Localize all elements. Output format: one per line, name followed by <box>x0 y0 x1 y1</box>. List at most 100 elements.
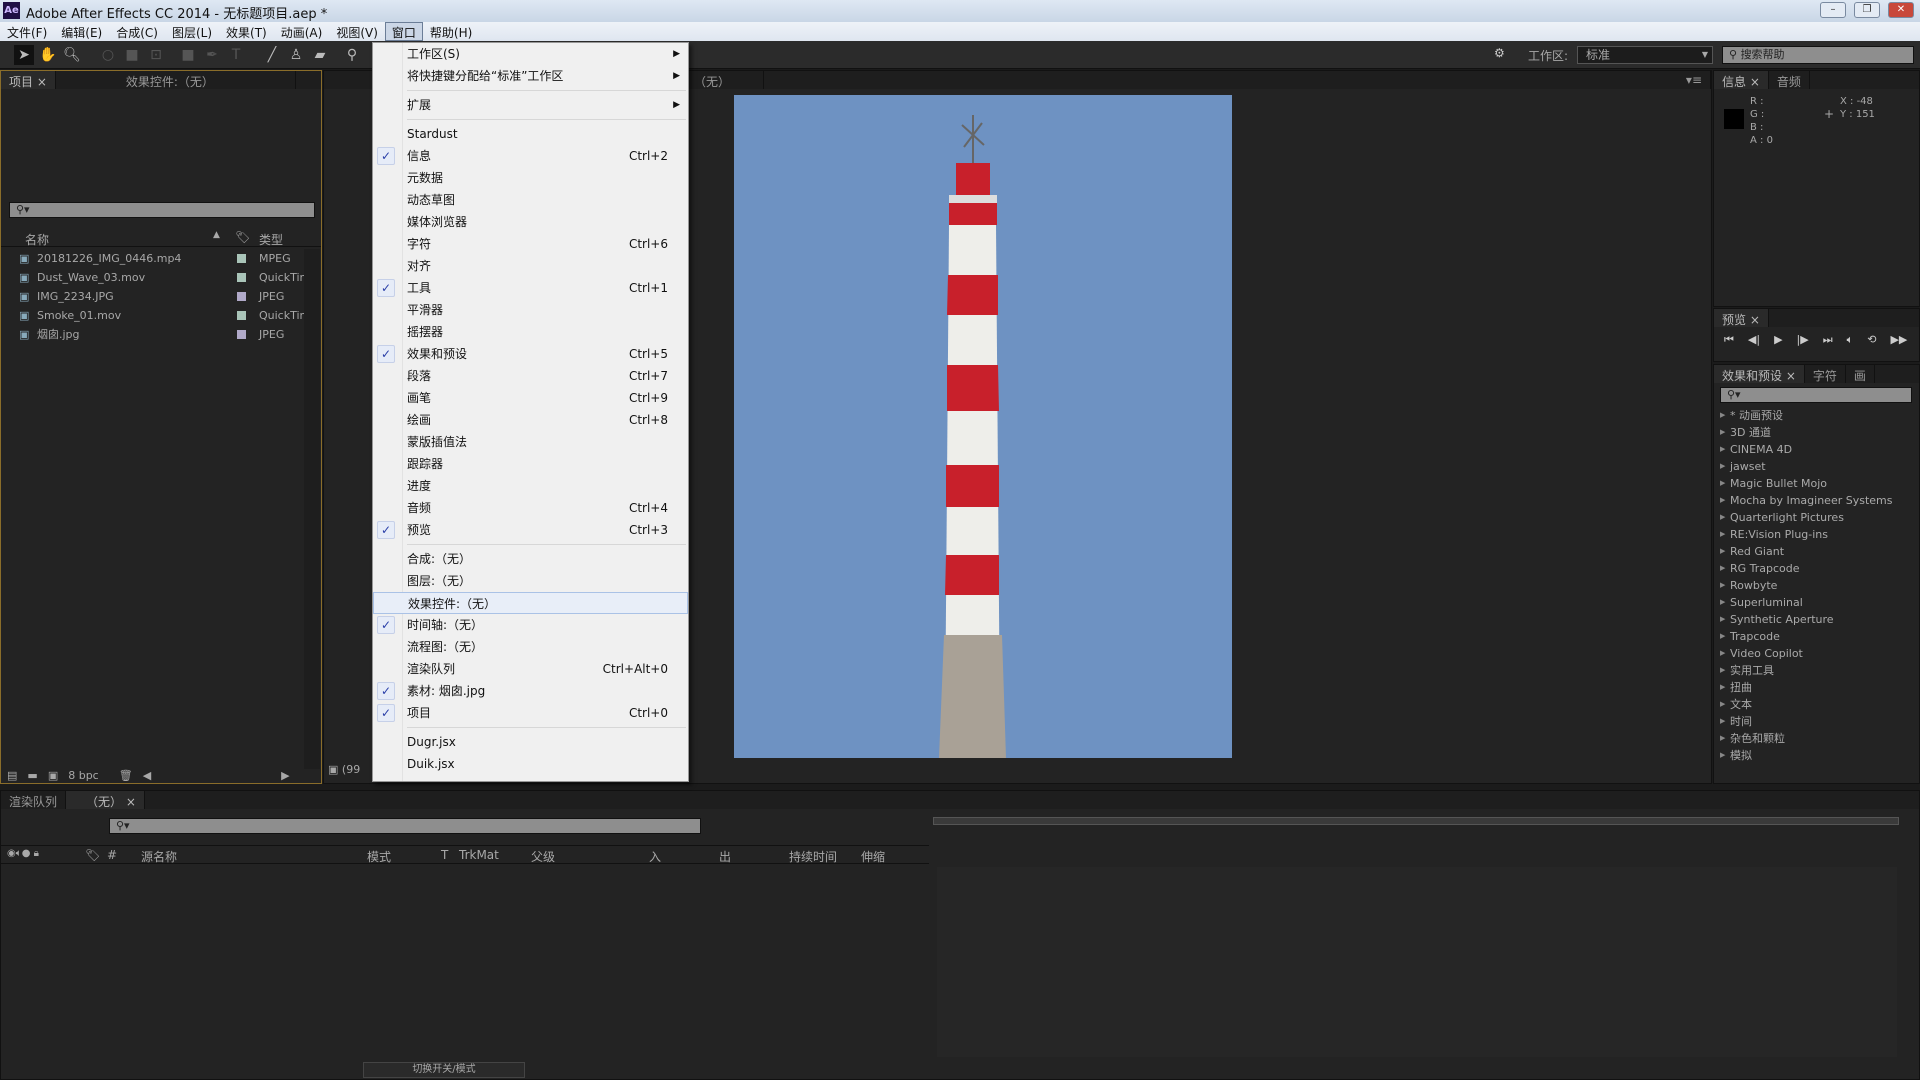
first-frame-icon[interactable]: ⏮ <box>1724 333 1734 347</box>
bpc-label[interactable]: 8 bpc <box>68 769 99 782</box>
next-frame-icon[interactable]: |▶ <box>1797 333 1809 347</box>
menu-item[interactable]: 项目 ✓ Ctrl+0 <box>373 702 688 724</box>
effects-category[interactable]: Quarterlight Pictures <box>1720 509 1919 526</box>
col-duration[interactable]: 持续时间 <box>789 848 837 865</box>
menu-item[interactable]: 效果和预设 ✓ Ctrl+5 <box>373 343 688 365</box>
menu-item[interactable]: 绘画 Ctrl+8 <box>373 409 688 431</box>
rotate-tool-icon[interactable]: ○ <box>98 45 118 65</box>
menu-item[interactable]: 渲染队列 Ctrl+Alt+0 <box>373 658 688 680</box>
tab-project[interactable]: 项目 × <box>1 71 56 89</box>
menu-item[interactable]: 流程图:（无） <box>373 636 688 658</box>
menu-item[interactable]: 信息 ✓ Ctrl+2 <box>373 145 688 167</box>
col-in[interactable]: 入 <box>649 848 661 865</box>
menu-file[interactable]: 文件(F) <box>0 22 54 41</box>
tab-effect-controls[interactable]: 效果控件:（无） <box>56 71 296 89</box>
col-mode[interactable]: 模式 <box>367 848 391 865</box>
tab-character[interactable]: 字符 <box>1805 365 1846 383</box>
effects-category[interactable]: Superluminal <box>1720 594 1919 611</box>
effects-category[interactable]: jawset <box>1720 458 1919 475</box>
col-name[interactable]: 名称 <box>25 231 49 248</box>
workspace-settings-icon[interactable]: ⚙ <box>1494 46 1505 60</box>
effects-category[interactable]: 模拟 <box>1720 747 1919 764</box>
menu-item[interactable]: 将快捷键分配给“标准”工作区 ▶ <box>373 65 688 87</box>
prev-frame-icon[interactable]: ◀| <box>1748 333 1760 347</box>
project-item[interactable]: ▣ 20181226_IMG_0446.mp4 MPEG <box>1 249 303 268</box>
menu-item[interactable]: 对齐 <box>373 255 688 277</box>
menu-item[interactable]: 扩展 ▶ <box>373 94 688 116</box>
tab-paint[interactable]: 画 <box>1846 365 1875 383</box>
menu-item[interactable]: 画笔 Ctrl+9 <box>373 387 688 409</box>
menu-item[interactable]: Duik.jsx <box>373 753 688 775</box>
play-icon[interactable]: ▶ <box>1774 333 1782 347</box>
menu-item[interactable]: 效果控件:（无） <box>373 592 688 614</box>
menu-item[interactable]: Stardust <box>373 123 688 145</box>
menu-item[interactable]: 段落 Ctrl+7 <box>373 365 688 387</box>
effects-category[interactable]: Red Giant <box>1720 543 1919 560</box>
new-folder-icon[interactable]: ▬ <box>27 769 37 782</box>
effects-category[interactable]: RE:Vision Plug-ins <box>1720 526 1919 543</box>
loop-icon[interactable]: ⟲ <box>1867 333 1876 347</box>
audio-icon[interactable]: 🔈︎ <box>1847 333 1854 347</box>
workspace-select[interactable]: 标准 ▼ <box>1577 46 1713 64</box>
menu-edit[interactable]: 编辑(E) <box>54 22 109 41</box>
menu-window[interactable]: 窗口 <box>384 22 423 41</box>
menu-item[interactable]: 跟踪器 <box>373 453 688 475</box>
effects-category[interactable]: 文本 <box>1720 696 1919 713</box>
tab-info[interactable]: 信息 × <box>1714 71 1769 89</box>
col-parent[interactable]: 父级 <box>531 848 555 865</box>
tab-timeline[interactable]: （无） × <box>66 791 145 809</box>
project-item[interactable]: ▣ IMG_2234.JPG JPEG <box>1 287 303 306</box>
ram-preview-icon[interactable]: ▶▶ <box>1890 333 1907 347</box>
roto-brush-tool-icon[interactable]: ⚲ <box>342 45 362 65</box>
menu-item[interactable]: 动态草图 <box>373 189 688 211</box>
effects-category[interactable]: * 动画预设 <box>1720 407 1919 424</box>
last-frame-icon[interactable]: ⏭ <box>1823 333 1833 347</box>
effects-category[interactable]: Magic Bullet Mojo <box>1720 475 1919 492</box>
col-source-name[interactable]: 源名称 <box>141 848 177 865</box>
panel-menu-icon[interactable]: ▾≡ <box>1678 71 1711 89</box>
menu-layer[interactable]: 图层(L) <box>165 22 219 41</box>
col-t[interactable]: T <box>441 848 448 862</box>
effects-search-input[interactable]: ⚲▾ <box>1720 387 1912 403</box>
menu-item[interactable]: 合成:（无） <box>373 548 688 570</box>
menu-item[interactable]: 进度 <box>373 475 688 497</box>
effects-category[interactable]: Rowbyte <box>1720 577 1919 594</box>
clone-stamp-tool-icon[interactable]: ♙ <box>286 45 306 65</box>
scroll-right-icon[interactable]: ▶ <box>281 769 289 782</box>
tab-preview[interactable]: 预览 × <box>1714 309 1769 327</box>
new-composition-icon[interactable]: ▣ <box>48 769 58 782</box>
minimize-button[interactable]: – <box>1820 2 1846 18</box>
menu-item[interactable]: 图层:（无） <box>373 570 688 592</box>
effects-category[interactable]: Video Copilot <box>1720 645 1919 662</box>
menu-effect[interactable]: 效果(T) <box>219 22 274 41</box>
effects-category[interactable]: 杂色和颗粒 <box>1720 730 1919 747</box>
project-search-input[interactable]: ⚲▾ <box>9 202 315 218</box>
menu-item[interactable]: 预览 ✓ Ctrl+3 <box>373 519 688 541</box>
tab-effects-presets[interactable]: 效果和预设 × <box>1714 365 1805 383</box>
region-of-interest-icon[interactable]: ▣ <box>328 763 338 776</box>
trash-icon[interactable]: 🗑︎ <box>119 769 133 782</box>
menu-item[interactable]: 素材: 烟囱.jpg ✓ <box>373 680 688 702</box>
menu-item[interactable]: 字符 Ctrl+6 <box>373 233 688 255</box>
effects-category[interactable]: Synthetic Aperture <box>1720 611 1919 628</box>
menu-item[interactable]: 工具 ✓ Ctrl+1 <box>373 277 688 299</box>
scroll-left-icon[interactable]: ◀ <box>143 769 151 782</box>
menu-item[interactable]: 蒙版插值法 <box>373 431 688 453</box>
timeline-search-input[interactable]: ⚲▾ <box>109 818 701 834</box>
mask-tool-icon[interactable]: ■ <box>178 45 198 65</box>
camera-tool-icon[interactable]: ■ <box>122 45 142 65</box>
selection-tool-icon[interactable]: ➤ <box>14 45 34 65</box>
effects-category[interactable]: Trapcode <box>1720 628 1919 645</box>
interpret-footage-icon[interactable]: ▤ <box>7 769 17 782</box>
menu-view[interactable]: 视图(V) <box>329 22 385 41</box>
menu-item[interactable]: 音频 Ctrl+4 <box>373 497 688 519</box>
close-button[interactable]: ✕ <box>1888 2 1914 18</box>
toggle-switches-modes-button[interactable]: 切换开关/模式 <box>363 1062 525 1078</box>
effects-category[interactable]: RG Trapcode <box>1720 560 1919 577</box>
effects-category[interactable]: 3D 通道 <box>1720 424 1919 441</box>
col-out[interactable]: 出 <box>719 848 731 865</box>
effects-category[interactable]: 时间 <box>1720 713 1919 730</box>
type-tool-icon[interactable]: T <box>226 45 246 65</box>
menu-composition[interactable]: 合成(C) <box>109 22 165 41</box>
magnification-select[interactable]: (99 <box>342 763 360 776</box>
